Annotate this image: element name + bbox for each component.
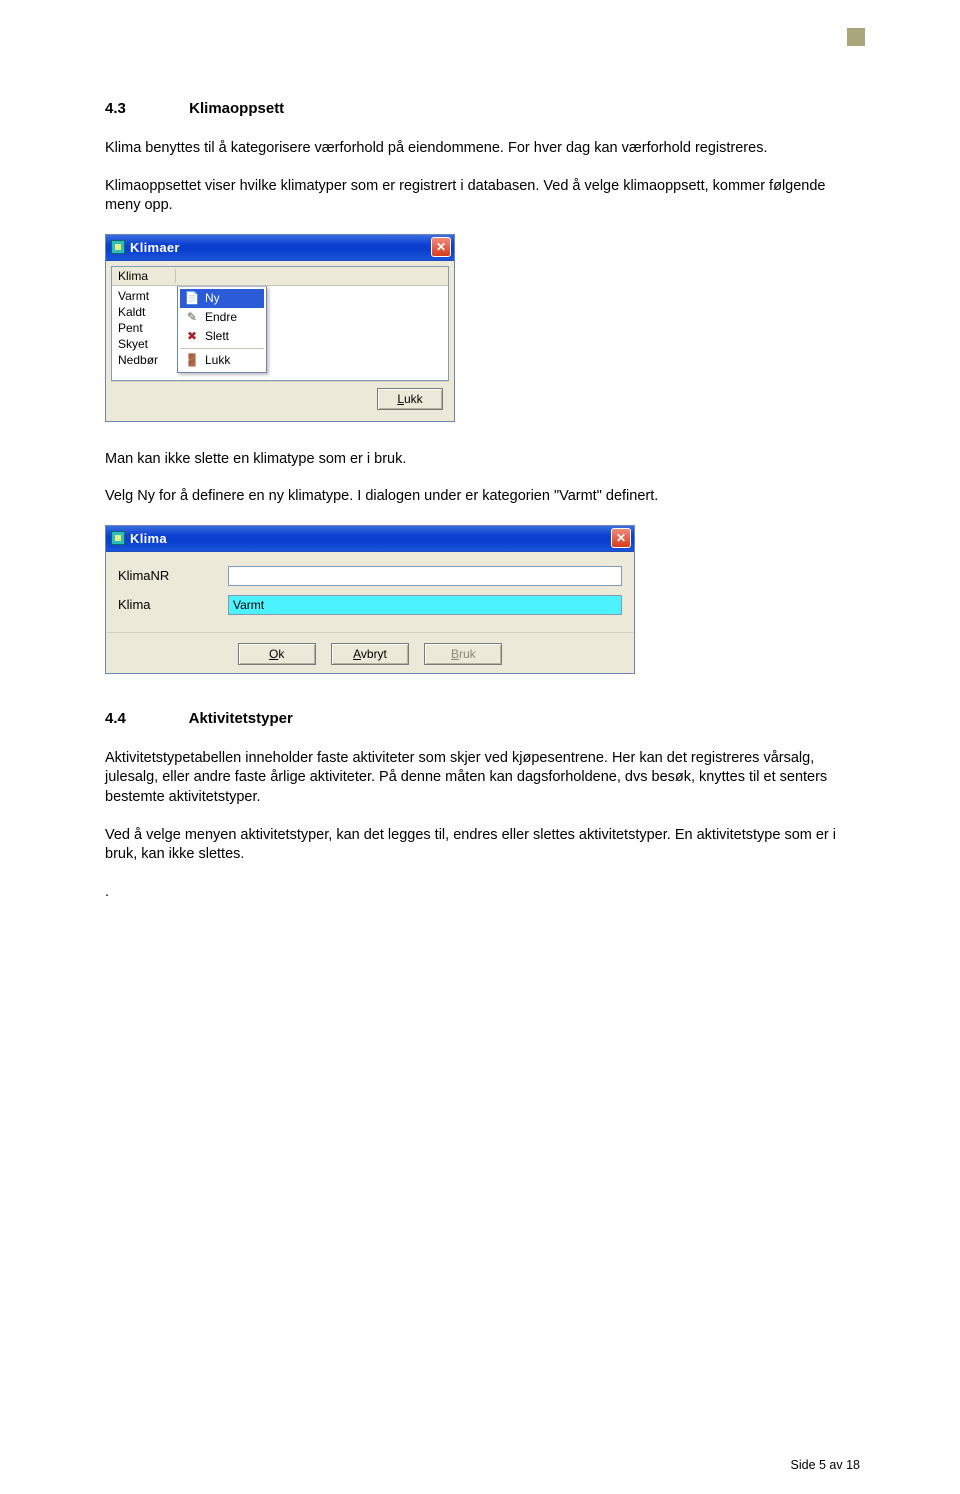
section-num: 4.3 bbox=[105, 100, 185, 117]
klimaer-window: Klimaer ✕ Klima Varmt Kaldt Pent Skyet N… bbox=[105, 234, 455, 422]
list-item[interactable]: Varmt bbox=[112, 288, 448, 304]
list-header-row: Klima bbox=[112, 267, 448, 286]
list-item[interactable]: Pent bbox=[112, 320, 448, 336]
para-4-4-2: Ved å velge menyen aktivitetstyper, kan … bbox=[105, 826, 860, 865]
para-4-3-2: Klimaoppsettet viser hvilke klimatyper s… bbox=[105, 177, 860, 216]
klima-titlebar[interactable]: Klima ✕ bbox=[106, 526, 634, 552]
klima-dialog: Klima ✕ KlimaNR Klima Ok Avbryt Bruk bbox=[105, 525, 635, 674]
section-4-3-heading: 4.3 Klimaoppsett bbox=[105, 100, 860, 117]
para-4-3-1: Klima benyttes til å kategorisere værfor… bbox=[105, 139, 860, 159]
ctx-separator bbox=[180, 348, 264, 349]
klimaer-title: Klimaer bbox=[130, 240, 431, 255]
close-icon[interactable]: ✕ bbox=[611, 528, 631, 548]
section-title: Klimaoppsett bbox=[189, 100, 284, 117]
new-icon bbox=[184, 290, 200, 306]
list-item[interactable]: Skyet bbox=[112, 336, 448, 352]
page-number: Side 5 av 18 bbox=[791, 1458, 861, 1472]
column-header-klima[interactable]: Klima bbox=[118, 269, 176, 283]
bruk-button[interactable]: Bruk bbox=[424, 643, 502, 665]
exit-icon bbox=[184, 352, 200, 368]
klimanr-input[interactable] bbox=[228, 566, 622, 586]
klima-dialog-title: Klima bbox=[130, 531, 611, 546]
para-4-3-4: Velg Ny for å definere en ny klimatype. … bbox=[105, 487, 860, 507]
para-4-4-1: Aktivitetstypetabellen inneholder faste … bbox=[105, 749, 860, 808]
label-klima: Klima bbox=[118, 597, 228, 612]
delete-icon bbox=[184, 328, 200, 344]
ctx-label: Lukk bbox=[205, 353, 230, 367]
klima-list[interactable]: Klima Varmt Kaldt Pent Skyet Nedbør Ny bbox=[111, 266, 449, 381]
context-menu: Ny Endre Slett Lukk bbox=[177, 286, 267, 373]
app-icon bbox=[111, 240, 125, 254]
avbryt-button[interactable]: Avbryt bbox=[331, 643, 409, 665]
page-accent-box bbox=[847, 28, 865, 46]
section-4-4-heading: 4.4 Aktivitetstyper bbox=[105, 710, 860, 727]
ctx-item-slett[interactable]: Slett bbox=[180, 327, 264, 346]
list-item[interactable]: Nedbør bbox=[112, 352, 448, 368]
section-title: Aktivitetstyper bbox=[189, 710, 293, 727]
para-4-3-3: Man kan ikke slette en klimatype som er … bbox=[105, 450, 860, 470]
klima-input[interactable] bbox=[228, 595, 622, 615]
label-klimanr: KlimaNR bbox=[118, 568, 228, 583]
ctx-item-endre[interactable]: Endre bbox=[180, 308, 264, 327]
section-num: 4.4 bbox=[105, 710, 185, 727]
ctx-item-lukk[interactable]: Lukk bbox=[180, 351, 264, 370]
klimaer-titlebar[interactable]: Klimaer ✕ bbox=[106, 235, 454, 261]
lukk-button[interactable]: Lukk bbox=[377, 388, 443, 410]
ctx-label: Endre bbox=[205, 310, 237, 324]
ok-button[interactable]: Ok bbox=[238, 643, 316, 665]
list-item[interactable]: Kaldt bbox=[112, 304, 448, 320]
app-icon bbox=[111, 531, 125, 545]
ctx-item-ny[interactable]: Ny bbox=[180, 289, 264, 308]
ctx-label: Ny bbox=[205, 291, 220, 305]
edit-icon bbox=[184, 309, 200, 325]
close-icon[interactable]: ✕ bbox=[431, 237, 451, 257]
ctx-label: Slett bbox=[205, 329, 229, 343]
stray-dot: . bbox=[105, 883, 860, 903]
